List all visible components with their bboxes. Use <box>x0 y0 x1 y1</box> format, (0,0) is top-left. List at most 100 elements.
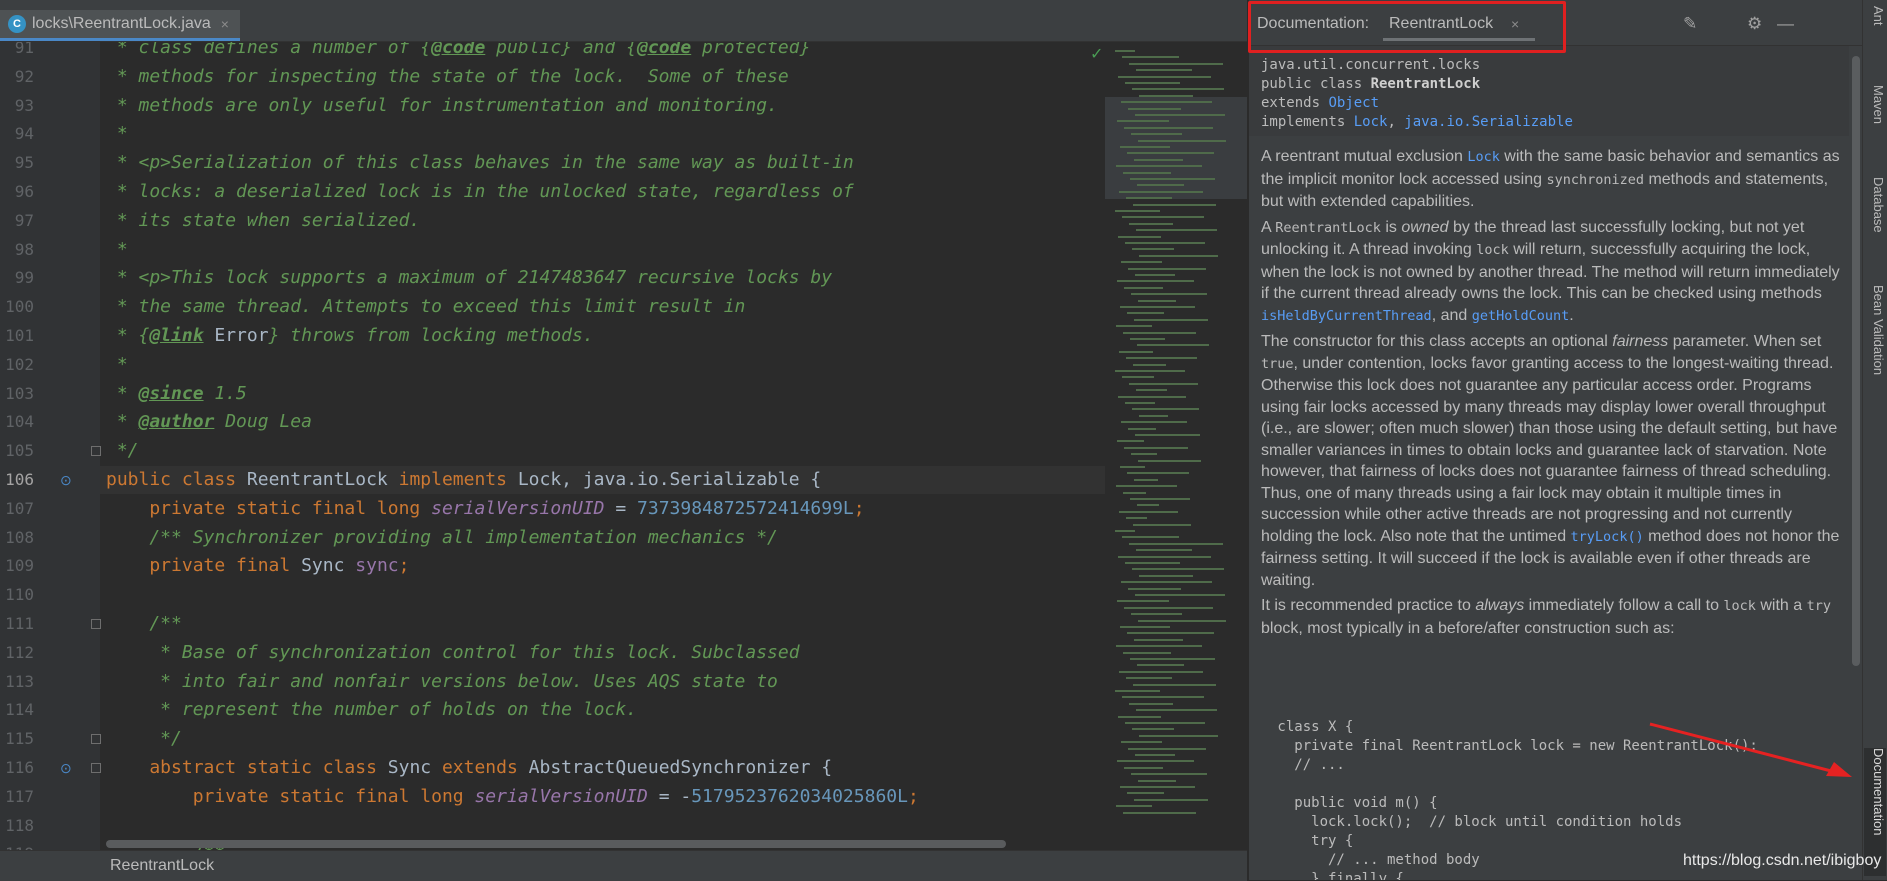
inline-code: lock <box>1723 598 1756 614</box>
lock-link[interactable]: Lock <box>1354 114 1388 130</box>
code-line[interactable]: * @author Doug Lea <box>106 408 312 436</box>
minimap-line <box>1129 62 1223 65</box>
implemented-method-icon[interactable]: ⊙ <box>60 472 76 488</box>
tool-window-maven[interactable]: Maven <box>1864 85 1886 124</box>
code-line[interactable]: * locks: a deserialized lock is in the u… <box>106 178 854 206</box>
code-token: protected} <box>691 42 811 58</box>
line-number: 115 <box>5 729 34 749</box>
code-editor[interactable]: 91 92 93 94 95 96 97 98 99 100 101 102 103 104 105 106 ⊙… <box>0 42 1247 850</box>
minimap-line <box>1135 274 1175 276</box>
code-token: * <p>This lock supports a maximum of 214… <box>106 267 833 289</box>
minimap-line <box>1138 459 1201 462</box>
lock-inline-link[interactable]: Lock <box>1467 149 1500 165</box>
code-line[interactable]: /** Synchronizer providing all implement… <box>106 524 778 552</box>
minimap-line <box>1122 536 1179 539</box>
text: , under contention, locks favor granting… <box>1261 354 1838 545</box>
code-line[interactable]: * <box>106 236 128 264</box>
code-line[interactable]: private static final long serialVersionU… <box>106 783 919 811</box>
minimize-icon[interactable]: — <box>1777 14 1794 34</box>
code-line[interactable]: * the same thread. Attempts to exceed th… <box>106 293 746 321</box>
implemented-method-icon[interactable]: ⊙ <box>60 760 76 776</box>
code-token: * <box>106 238 128 260</box>
code-line[interactable]: * Base of synchronization control for th… <box>106 639 799 667</box>
line-number: 93 <box>14 95 34 115</box>
minimap-line <box>1132 88 1224 91</box>
fold-marker-icon[interactable] <box>91 446 101 457</box>
code-minimap[interactable] <box>1105 42 1247 850</box>
code-area[interactable]: * class defines a number of {@code publi… <box>106 42 1106 850</box>
code-line[interactable]: * <box>106 120 128 148</box>
close-tab-icon[interactable]: × <box>221 16 229 32</box>
watermark-url: https://blog.csdn.net/ibigboy <box>1683 852 1882 869</box>
minimap-line <box>1138 139 1226 142</box>
minimap-line <box>1138 299 1176 302</box>
gear-icon[interactable]: ⚙ <box>1747 14 1762 34</box>
code-line[interactable]: /** <box>106 610 182 638</box>
code-token: * methods are only useful for instrument… <box>106 94 778 116</box>
tool-window-ant[interactable]: Ant <box>1864 6 1886 26</box>
serializable-link[interactable]: java.io.Serializable <box>1404 114 1573 130</box>
code-line[interactable]: * {@link Error} throws from locking meth… <box>106 322 594 350</box>
minimap-line <box>1136 229 1217 232</box>
minimap-line <box>1117 760 1194 763</box>
minimap-line <box>1139 254 1218 257</box>
minimap-line <box>1118 235 1161 238</box>
code-line[interactable]: private final Sync sync; <box>106 552 409 580</box>
code-token: @code <box>637 42 692 58</box>
code-line[interactable]: * @since 1.5 <box>106 380 247 408</box>
fold-marker-icon[interactable] <box>91 763 101 773</box>
fold-marker-icon[interactable] <box>91 734 101 745</box>
code-line[interactable]: * its state when serialized. <box>106 207 420 235</box>
tool-window-database[interactable]: Database <box>1864 177 1886 233</box>
minimap-line <box>1135 434 1200 436</box>
code-line[interactable]: * class defines a number of {@code publi… <box>106 42 811 62</box>
minimap-line <box>1129 222 1173 225</box>
minimap-line <box>1129 542 1223 545</box>
horizontal-scrollbar[interactable] <box>106 840 1006 848</box>
minimap-line <box>1118 715 1161 718</box>
code-token: /** <box>106 613 182 634</box>
fold-marker-icon[interactable] <box>91 619 101 629</box>
getholdcount-link[interactable]: getHoldCount <box>1472 308 1570 324</box>
code-token: ; <box>398 555 410 577</box>
file-tab-reentrantlock[interactable]: C locks\ReentrantLock.java × <box>0 10 240 41</box>
minimap-line <box>1130 658 1215 660</box>
trylock-link[interactable]: tryLock() <box>1571 529 1644 545</box>
line-number: 106 <box>5 470 34 489</box>
breadcrumb-class[interactable]: ReentrantLock <box>110 857 214 875</box>
code-token: private static final long <box>106 785 475 807</box>
code-line[interactable]: */ <box>106 725 182 753</box>
minimap-line <box>1137 504 1159 507</box>
tool-window-bean-validation[interactable]: Bean Validation <box>1864 285 1886 375</box>
code-line[interactable]: private static final long serialVersionU… <box>106 495 864 523</box>
code-line[interactable]: * <p>Serialization of this class behaves… <box>106 149 854 177</box>
line-number: 97 <box>14 210 34 230</box>
code-token: /** Synchronizer providing all implement… <box>106 526 778 548</box>
object-link[interactable]: Object <box>1328 95 1379 111</box>
minimap-line <box>1131 773 1207 776</box>
code-line[interactable]: * <p>This lock supports a maximum of 214… <box>106 264 832 292</box>
code-line[interactable]: * methods for inspecting the state of th… <box>106 63 789 91</box>
code-line[interactable]: */ <box>106 437 139 465</box>
edit-source-icon[interactable]: ✎ <box>1683 14 1697 34</box>
isheldbycurrentthread-link[interactable]: isHeldByCurrentThread <box>1261 308 1432 324</box>
minimap-line <box>1117 280 1194 283</box>
code-line[interactable]: * <box>106 351 128 379</box>
minimap-line <box>1128 107 1181 110</box>
code-line[interactable]: * represent the number of holds on the l… <box>106 696 637 724</box>
code-line[interactable]: abstract static class Sync extends Abstr… <box>106 754 832 782</box>
minimap-line <box>1119 190 1203 193</box>
line-number: 92 <box>14 66 34 86</box>
doc-scroll-thumb[interactable] <box>1852 56 1860 666</box>
code-line[interactable]: public class ReentrantLock implements Lo… <box>106 466 821 494</box>
text: . <box>1569 306 1574 324</box>
code-line[interactable]: * into fair and nonfair versions below. … <box>106 668 778 696</box>
inline-code: synchronized <box>1546 171 1644 188</box>
minimap-line <box>1126 357 1197 360</box>
minimap-line <box>1116 485 1177 488</box>
line-number: 100 <box>5 297 34 317</box>
minimap-line <box>1126 517 1147 520</box>
code-token: = <box>604 497 638 519</box>
line-number: 95 <box>14 153 34 173</box>
code-line[interactable]: * methods are only useful for instrument… <box>106 92 778 120</box>
